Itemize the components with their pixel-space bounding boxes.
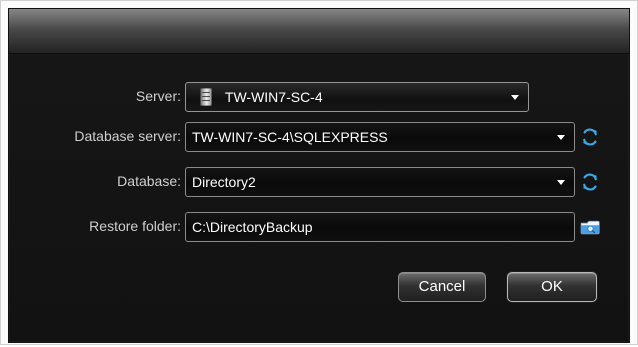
server-label: Server: [135, 88, 181, 104]
refresh-icon [583, 173, 597, 191]
server-row: Server: TW-WIN7-SC-4 [9, 82, 629, 113]
database-row: Database: Directory2 [9, 167, 629, 198]
server-select[interactable]: TW-WIN7-SC-4 [185, 82, 529, 112]
database-server-row: Database server: TW-WIN7-SC-4\SQLEXPRESS [9, 122, 629, 153]
chevron-down-icon [557, 180, 565, 185]
database-select[interactable]: Directory2 [185, 167, 575, 197]
chevron-down-icon [557, 135, 565, 140]
restore-folder-value: C:\DirectoryBackup [192, 219, 313, 235]
restore-folder-label: Restore folder: [89, 218, 181, 234]
ok-button[interactable]: OK [507, 272, 597, 302]
server-icon [200, 88, 212, 106]
restore-dialog: Server: TW-WIN7-SC-4 Database server: TW… [8, 8, 630, 343]
restore-folder-row: Restore folder: C:\DirectoryBackup [9, 212, 629, 243]
restore-folder-input[interactable]: C:\DirectoryBackup [185, 212, 575, 242]
refresh-icon [583, 128, 597, 146]
database-label: Database: [117, 173, 181, 189]
cancel-button[interactable]: Cancel [398, 272, 486, 302]
refresh-database-server-button[interactable] [580, 127, 600, 147]
database-value: Directory2 [192, 174, 256, 190]
chevron-down-icon [511, 95, 519, 100]
server-value: TW-WIN7-SC-4 [224, 89, 323, 105]
database-server-label: Database server: [74, 128, 181, 144]
database-server-value: TW-WIN7-SC-4\SQLEXPRESS [192, 129, 388, 145]
database-server-select[interactable]: TW-WIN7-SC-4\SQLEXPRESS [185, 122, 575, 152]
refresh-database-button[interactable] [580, 172, 600, 192]
browse-folder-button[interactable] [580, 218, 600, 236]
folder-browse-icon [580, 220, 600, 235]
